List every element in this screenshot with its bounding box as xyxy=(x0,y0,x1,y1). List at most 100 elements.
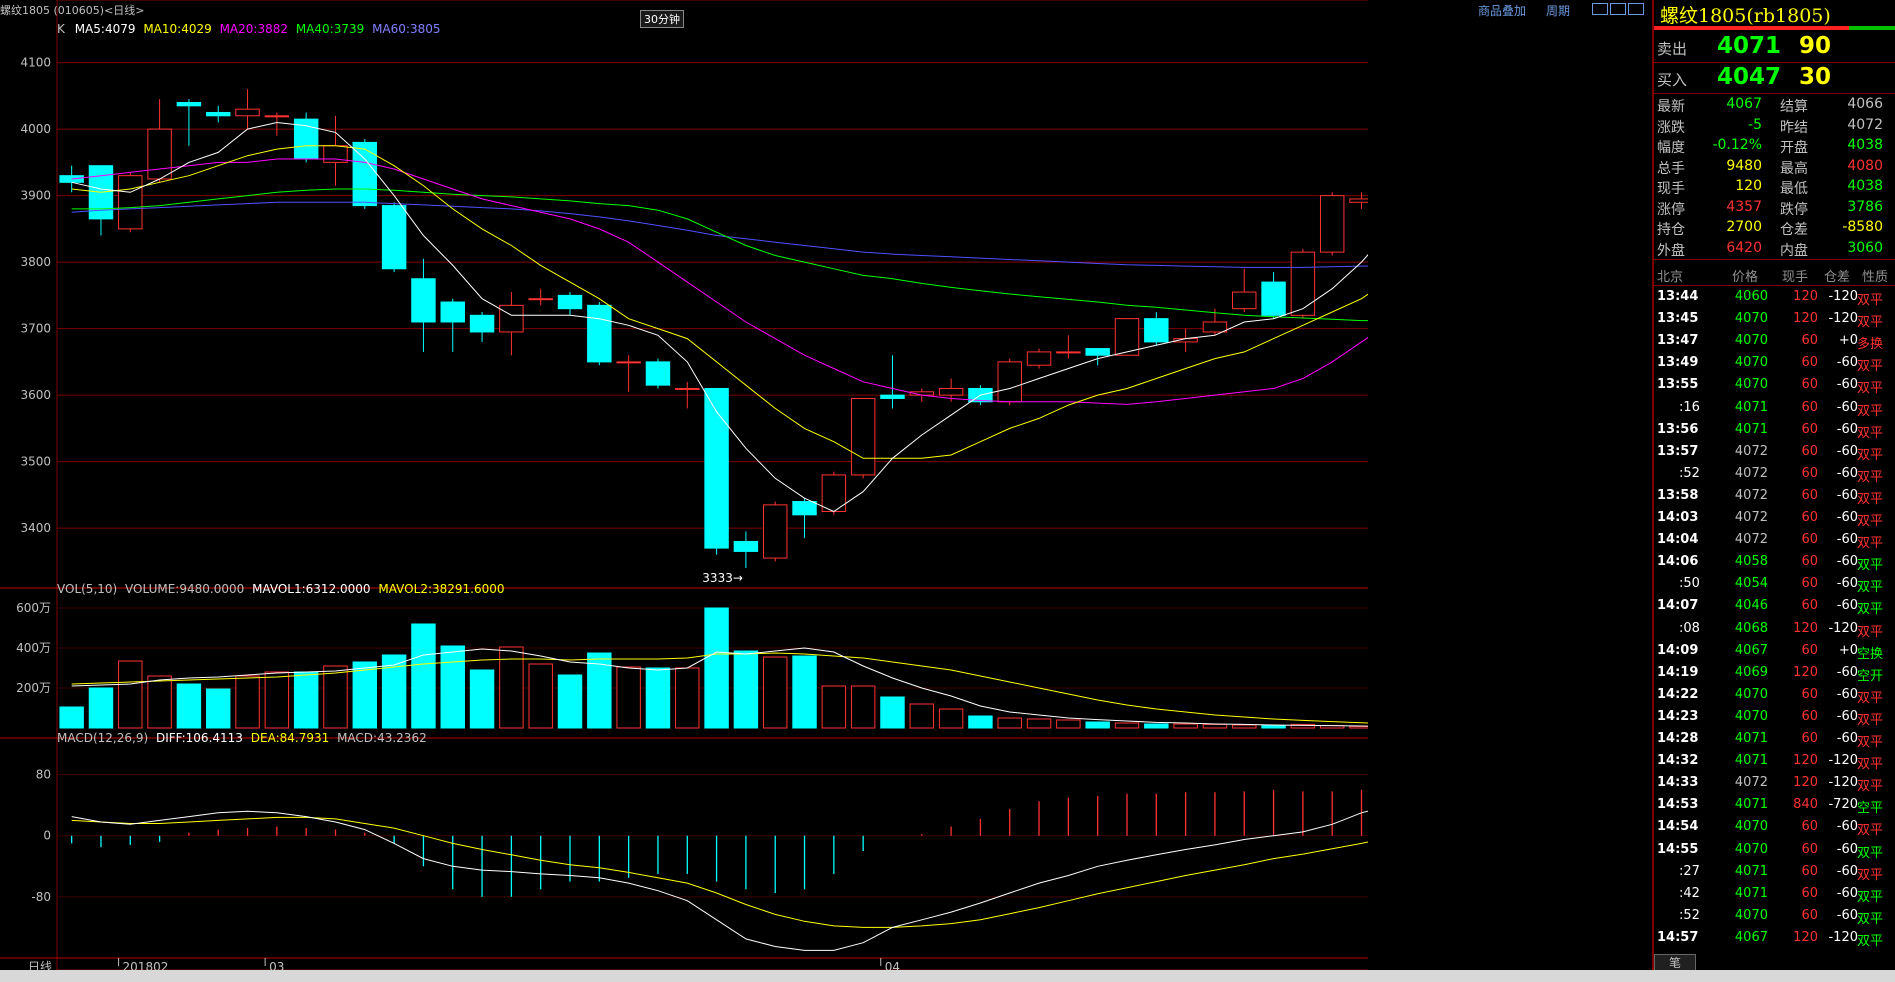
tick-row[interactable]: 14:28 4071 60 -60 双平 xyxy=(1654,729,1886,751)
tick-time: 14:07 xyxy=(1657,598,1699,614)
overlay-button[interactable]: 商品叠加 xyxy=(1478,2,1526,19)
volume-bar xyxy=(206,688,231,729)
volume-bar xyxy=(147,675,172,729)
cycle-button[interactable]: 周期 xyxy=(1546,2,1570,19)
volume-bar xyxy=(59,706,84,729)
stat-label: 内盘 xyxy=(1780,242,1808,259)
stat-label: 最新 xyxy=(1657,99,1685,115)
tick-row[interactable]: :08 4068 120 -120 双平 xyxy=(1654,619,1886,641)
volume-bar xyxy=(1056,719,1081,729)
price-tick-label: 4000 xyxy=(20,122,51,136)
tick-time: 14:19 xyxy=(1657,664,1699,680)
tick-row[interactable]: 14:53 4071 840 -720 空平 xyxy=(1654,795,1886,817)
quote-stat-row: 涨跌 -5 昨结 4072 xyxy=(1654,116,1886,136)
tick-oi-change: -60 xyxy=(1836,421,1858,437)
tick-oi-change: -60 xyxy=(1836,708,1858,724)
tick-list[interactable]: 13:44 4060 120 -120 双平 13:45 4070 120 -120 双平 13:4… xyxy=(1654,287,1895,952)
candle-body xyxy=(206,111,231,117)
period-label: 日线 xyxy=(28,960,52,970)
dea-value: DEA:84.7931 xyxy=(250,731,330,745)
sell-volume: 90 xyxy=(1799,33,1832,59)
volume-bar xyxy=(762,656,788,729)
volume-tick-label: 200万 xyxy=(16,681,51,695)
candle-body xyxy=(235,108,260,117)
window-layout-icon[interactable] xyxy=(1610,3,1626,15)
stat-label: 昨结 xyxy=(1780,119,1808,136)
tick-row[interactable]: 13:47 4070 60 +0 多换 xyxy=(1654,331,1886,353)
tick-time: 13:47 xyxy=(1657,333,1699,349)
tick-row[interactable]: 14:23 4070 60 -60 双平 xyxy=(1654,707,1886,729)
tick-row[interactable]: 13:44 4060 120 -120 双平 xyxy=(1654,287,1886,309)
quote-panel: 螺纹1805(rb1805) 卖出 4071 90 买入 4047 30 最新 4… xyxy=(1652,0,1895,972)
symbol-title: 螺纹1805 (010605)<日线> xyxy=(0,4,145,17)
tick-oi-change: -60 xyxy=(1836,465,1858,481)
tick-row[interactable]: 14:55 4070 60 -60 双平 xyxy=(1654,840,1886,862)
tick-row[interactable]: 13:56 4071 60 -60 双平 xyxy=(1654,420,1886,442)
tick-row[interactable]: :16 4071 60 -60 双平 xyxy=(1654,398,1886,420)
tick-row[interactable]: :50 4054 60 -60 双平 xyxy=(1654,574,1886,596)
tick-volume: 840 xyxy=(1793,797,1818,813)
tick-oi-change: -60 xyxy=(1836,664,1858,680)
tick-price: 4070 xyxy=(1734,841,1768,857)
tick-row[interactable]: :52 4070 60 -60 双平 xyxy=(1654,906,1886,928)
tick-volume: 120 xyxy=(1793,775,1818,791)
tick-row[interactable]: 14:06 4058 60 -60 双平 xyxy=(1654,552,1886,574)
quote-title-underline-green xyxy=(1849,26,1895,30)
tick-row[interactable]: 14:09 4067 60 +0 空换 xyxy=(1654,641,1886,663)
tick-volume: 60 xyxy=(1801,377,1818,393)
window-close-icon[interactable] xyxy=(1628,3,1644,15)
tick-nature: 双平 xyxy=(1856,690,1883,706)
tick-row[interactable]: 14:07 4046 60 -60 双平 xyxy=(1654,596,1886,618)
tick-row[interactable]: 14:33 4072 120 -120 双平 xyxy=(1654,773,1886,795)
x-tick-label: 04 xyxy=(885,960,900,970)
candle-body xyxy=(499,304,524,333)
buy-row: 买入 4047 30 xyxy=(1654,63,1895,94)
tick-row[interactable]: 13:57 4072 60 -60 双平 xyxy=(1654,442,1886,464)
tick-row[interactable]: 14:32 4071 120 -120 双平 xyxy=(1654,751,1886,773)
tick-volume: 60 xyxy=(1801,907,1818,923)
tick-price: 4071 xyxy=(1734,731,1768,746)
tick-row[interactable]: 13:45 4070 120 -120 双平 xyxy=(1654,309,1886,331)
candle-body xyxy=(528,298,553,301)
sell-price: 4071 xyxy=(1717,33,1782,59)
tick-time: 14:53 xyxy=(1657,797,1699,813)
diff-line xyxy=(71,810,1368,951)
tick-row[interactable]: 14:03 4072 60 -60 双平 xyxy=(1654,508,1886,530)
tick-row[interactable]: 13:55 4070 60 -60 双平 xyxy=(1654,375,1886,397)
tick-row[interactable]: :27 4071 60 -60 双平 xyxy=(1654,862,1886,884)
stat-label: 总手 xyxy=(1657,160,1685,177)
tick-volume: 60 xyxy=(1801,642,1818,658)
tick-row[interactable]: 14:22 4070 60 -60 双平 xyxy=(1654,685,1886,707)
volume-bar xyxy=(968,715,993,729)
volume-bar xyxy=(469,669,495,729)
tick-row[interactable]: :52 4072 60 -60 双平 xyxy=(1654,464,1886,486)
tick-price: 4071 xyxy=(1734,399,1768,415)
tick-price: 4072 xyxy=(1734,532,1768,548)
quote-stat-row: 持仓 2700 仓差 -8580 xyxy=(1654,218,1886,238)
tick-nature: 双平 xyxy=(1856,447,1883,463)
tick-row[interactable]: 14:54 4070 60 -60 双平 xyxy=(1654,817,1886,839)
candle-body xyxy=(733,540,759,552)
tick-price: 4071 xyxy=(1734,885,1768,901)
chart-canvas[interactable]: 410040003900380037003600350034004114→333… xyxy=(0,0,1368,970)
volume-bar xyxy=(997,717,1022,729)
volume-bar xyxy=(118,660,143,729)
window-restore-icon[interactable] xyxy=(1592,3,1608,15)
stat-label: 幅度 xyxy=(1657,140,1685,156)
tick-nature: 双平 xyxy=(1856,293,1883,308)
tick-row[interactable]: 14:57 4067 120 -120 双平 xyxy=(1654,928,1886,950)
tick-row[interactable]: 14:04 4072 60 -60 双平 xyxy=(1654,530,1886,552)
tick-row[interactable]: 13:49 4070 60 -60 双平 xyxy=(1654,353,1886,375)
candle-body xyxy=(1026,351,1052,366)
stat-value: 2700 xyxy=(1726,219,1762,235)
period-badge[interactable]: 30分钟 xyxy=(640,10,684,28)
volume-bar xyxy=(821,685,847,729)
tick-row[interactable]: :42 4071 60 -60 双平 xyxy=(1654,884,1886,906)
tick-row[interactable]: 14:19 4069 120 -60 空开 xyxy=(1654,663,1886,685)
tick-row[interactable]: 13:58 4072 60 -60 双平 xyxy=(1654,486,1886,508)
quote-stat-row: 外盘 6420 内盘 3060 xyxy=(1654,239,1886,259)
tick-oi-change: -120 xyxy=(1828,289,1858,304)
candle-body xyxy=(440,301,465,323)
vol-legend: VOL(5,10) VOLUME:9480.0000 MAVOL1:6312.0… xyxy=(57,582,505,596)
volume-bar xyxy=(235,675,260,729)
